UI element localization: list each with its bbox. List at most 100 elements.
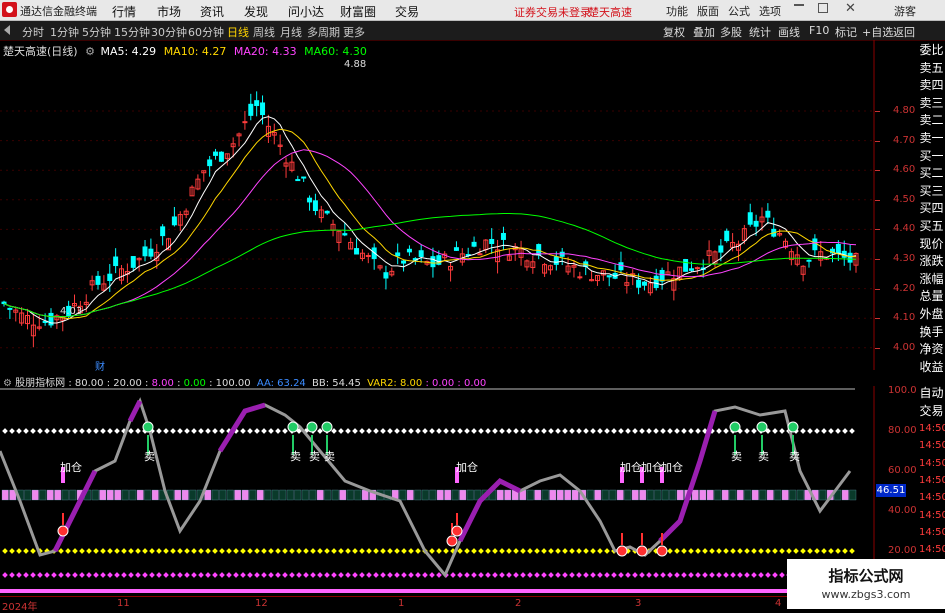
- tab-period-intraday[interactable]: 分时: [22, 24, 44, 40]
- var2-threshold-dot: [331, 572, 337, 578]
- menu-discover[interactable]: 发现: [244, 3, 268, 20]
- side-item[interactable]: 涨跌: [918, 253, 945, 270]
- trend-block: [249, 489, 257, 501]
- side-item[interactable]: 卖四: [918, 77, 945, 94]
- menu-function[interactable]: 功能: [666, 3, 688, 19]
- overlay-button[interactable]: 叠加: [693, 24, 715, 40]
- tab-period-1min[interactable]: 1分钟: [50, 24, 79, 40]
- auto-trade-item[interactable]: 自动: [918, 384, 945, 402]
- var2-threshold-dot: [618, 572, 624, 578]
- price-tick-mark: [875, 140, 880, 142]
- var2-threshold-dot: [737, 572, 743, 578]
- side-item[interactable]: 买四: [918, 200, 945, 217]
- menu-layout[interactable]: 版面: [697, 3, 719, 19]
- lower-threshold-dot: [562, 548, 568, 554]
- upper-threshold-dot: [779, 428, 785, 434]
- menu-formula[interactable]: 公式: [728, 3, 750, 19]
- multi-stock-button[interactable]: 多股: [720, 24, 742, 40]
- close-icon[interactable]: ✕: [845, 1, 856, 16]
- tab-period-30min[interactable]: 30分钟: [151, 24, 187, 40]
- lower-threshold-dot: [835, 548, 841, 554]
- trend-block: [136, 489, 144, 501]
- tab-period-5min[interactable]: 5分钟: [82, 24, 111, 40]
- side-item[interactable]: 外盘: [918, 306, 945, 323]
- f10-button[interactable]: F10: [809, 24, 829, 37]
- side-item[interactable]: 总量: [918, 288, 945, 305]
- side-item[interactable]: 净资: [918, 341, 945, 358]
- side-item[interactable]: 卖一: [918, 130, 945, 147]
- var2-threshold-dot: [352, 572, 358, 578]
- side-item[interactable]: 卖二: [918, 112, 945, 129]
- menu-quotes[interactable]: 行情: [112, 3, 136, 20]
- var2-threshold-dot: [359, 572, 365, 578]
- upper-threshold-dot: [86, 428, 92, 434]
- guest-user[interactable]: 游客: [894, 3, 916, 19]
- finance-marker[interactable]: 财: [95, 358, 105, 373]
- upper-threshold-dot: [716, 428, 722, 434]
- price-chart[interactable]: [0, 40, 875, 370]
- var2-threshold-dot: [744, 572, 750, 578]
- var2-threshold-dot: [107, 572, 113, 578]
- side-item[interactable]: 买二: [918, 165, 945, 182]
- side-item[interactable]: 买三: [918, 183, 945, 200]
- trend-block: [286, 489, 294, 501]
- maximize-icon[interactable]: [818, 3, 828, 13]
- tab-period-daily[interactable]: 日线: [227, 24, 249, 40]
- auto-trade-item[interactable]: 交易: [918, 402, 945, 420]
- trend-block: [789, 489, 797, 501]
- add-position-label: 加仓: [641, 461, 663, 474]
- tab-period-more[interactable]: 更多: [343, 24, 365, 40]
- side-item[interactable]: 换手: [918, 324, 945, 341]
- tab-period-15min[interactable]: 15分钟: [114, 24, 150, 40]
- login-warning[interactable]: 证券交易未登录: [514, 4, 591, 20]
- var2-threshold-dot: [296, 572, 302, 578]
- tab-period-60min[interactable]: 60分钟: [188, 24, 224, 40]
- menu-wealth[interactable]: 财富圈: [340, 3, 376, 20]
- side-item[interactable]: 收益: [918, 359, 945, 376]
- side-item[interactable]: 现价: [918, 236, 945, 253]
- add-watchlist-button[interactable]: +自选: [862, 24, 893, 40]
- var2-threshold-dot: [646, 572, 652, 578]
- lower-threshold-dot: [842, 548, 848, 554]
- adjust-button[interactable]: 复权: [663, 24, 685, 40]
- back-arrow-icon[interactable]: [4, 25, 10, 35]
- lower-threshold-dot: [716, 548, 722, 554]
- side-item[interactable]: 卖五: [918, 60, 945, 77]
- stats-button[interactable]: 统计: [749, 24, 771, 40]
- var2-threshold-dot: [65, 572, 71, 578]
- side-item[interactable]: 委比: [918, 42, 945, 59]
- trend-block: [151, 489, 159, 501]
- lower-threshold-dot: [9, 548, 15, 554]
- mark-button[interactable]: 标记: [835, 24, 857, 40]
- var2-threshold-dot: [625, 572, 631, 578]
- side-item[interactable]: 买五: [918, 218, 945, 235]
- lower-threshold-dot: [149, 548, 155, 554]
- candle-body: [242, 121, 248, 124]
- trend-block: [699, 489, 707, 501]
- lower-threshold-dot: [86, 548, 92, 554]
- indicator-chart[interactable]: [0, 386, 875, 596]
- tab-period-monthly[interactable]: 月线: [280, 24, 302, 40]
- var2-threshold-dot: [58, 572, 64, 578]
- draw-button[interactable]: 画线: [778, 24, 800, 40]
- trend-block: [601, 489, 609, 501]
- menu-ask[interactable]: 问小达: [288, 3, 324, 20]
- var2-threshold-dot: [380, 572, 386, 578]
- menu-options[interactable]: 选项: [759, 3, 781, 19]
- candle-body: [7, 307, 13, 310]
- menu-market[interactable]: 市场: [157, 3, 181, 20]
- menu-trade[interactable]: 交易: [395, 3, 419, 20]
- upper-threshold-dot: [457, 428, 463, 434]
- tab-period-weekly[interactable]: 周线: [253, 24, 275, 40]
- side-item[interactable]: 涨幅: [918, 271, 945, 288]
- upper-threshold-dot: [408, 428, 414, 434]
- return-button[interactable]: 返回: [893, 24, 915, 40]
- var2-threshold-dot: [226, 572, 232, 578]
- side-item[interactable]: 卖三: [918, 95, 945, 112]
- minimize-icon[interactable]: [794, 4, 804, 8]
- tab-period-multi[interactable]: 多周期: [307, 24, 340, 40]
- upper-threshold-dot: [611, 428, 617, 434]
- sell-signal-dot: [321, 421, 333, 433]
- menu-news[interactable]: 资讯: [200, 3, 224, 20]
- side-item[interactable]: 买一: [918, 148, 945, 165]
